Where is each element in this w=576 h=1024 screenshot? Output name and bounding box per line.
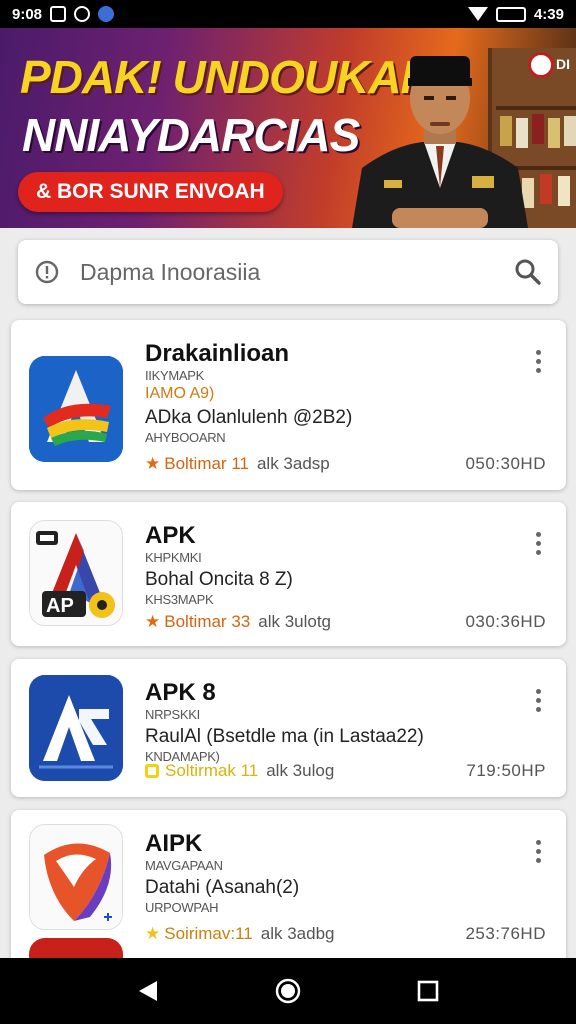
app-meta: ★ Boltimar 11 alk 3adsp 050:30HD — [145, 454, 546, 474]
info-circle-icon — [35, 260, 59, 284]
book — [548, 118, 560, 148]
banner-cta-button[interactable]: & BOR SUNR ENVOAH — [18, 172, 283, 212]
status-right: 4:39 — [467, 5, 564, 23]
app-info: APK 8 NRPSKKI RaulAl (Bsetdle ma (in Las… — [145, 679, 526, 765]
app-size: 030:36HD — [465, 612, 546, 631]
app-description: RaulAl (Bsetdle ma (in Lastaa22) — [145, 726, 424, 747]
app-subtitle: MAVGAPAAN — [145, 858, 223, 873]
app-meta: Soltirmak 11 alk 3ulog 719:50HP — [145, 761, 546, 781]
star-icon: ★ — [145, 924, 161, 943]
app-subtitle: IIKYMAPK — [145, 368, 205, 383]
app-version: IAMO A9) — [145, 385, 215, 402]
app-subtitle: NRPSKKI — [145, 707, 200, 722]
app-icon[interactable] — [29, 675, 123, 781]
app-subtitle-secondary: AHYBOOARN — [145, 430, 226, 445]
app-size: 253:76HD — [465, 924, 546, 943]
wifi-icon — [467, 7, 488, 21]
status-time-right: 4:39 — [533, 5, 564, 23]
app-icon[interactable] — [29, 824, 123, 930]
app-meta: ★ Boltimar 33 alk 3ulotg 030:36HD — [145, 612, 546, 632]
app-card[interactable]: AIPK MAVGAPAAN Datahi (Asanah(2) URPOWPA… — [11, 810, 566, 978]
app-card[interactable]: AP APK KHPKMKI Bohal Oncita 8 Z) KHS3MAP… — [11, 502, 566, 646]
app-subtitle-secondary: KHS3MAPK — [145, 592, 214, 607]
app-subtitle: KHPKMKI — [145, 550, 202, 565]
app-logo-swirl-icon — [30, 825, 122, 929]
app-icon[interactable] — [29, 356, 123, 462]
search-bar[interactable]: Dapma Inoorasiia — [18, 240, 558, 304]
book — [532, 114, 544, 144]
app-info: Drakainlioan IIKYMAPK IAMO A9) ADka Olan… — [145, 340, 526, 446]
more-options-icon[interactable] — [536, 689, 542, 716]
status-bar: 9:08 4:39 — [0, 0, 576, 28]
system-nav-bar — [0, 958, 576, 1024]
star-icon: ★ — [145, 454, 161, 473]
app-meta: ★ Soirimav:11 alk 3adbg 253:76HD — [145, 924, 546, 944]
banner-title-line2: NNIAYDARCIAS — [22, 109, 360, 161]
book — [540, 174, 552, 204]
app-subtitle-secondary: URPOWPAH — [145, 900, 219, 915]
emblem-icon — [528, 52, 554, 78]
app-name: APK 8 — [145, 679, 216, 706]
badge-icon — [145, 764, 159, 778]
app-info: APK KHPKMKI Bohal Oncita 8 Z) KHS3MAPK — [145, 522, 526, 608]
app-name: AIPK — [145, 830, 203, 857]
app-download-count: alk 3ulog — [266, 761, 335, 780]
home-icon[interactable] — [274, 977, 302, 1005]
app-size: 050:30HD — [465, 454, 546, 473]
search-input[interactable]: Dapma Inoorasiia — [80, 259, 514, 286]
app-size: 719:50HP — [466, 761, 546, 780]
more-options-icon[interactable] — [536, 532, 542, 559]
notification-globe-icon — [98, 6, 115, 22]
notification-image-icon — [50, 6, 67, 22]
app-logo-a-icon — [29, 356, 123, 462]
app-card[interactable]: Drakainlioan IIKYMAPK IAMO A9) ADka Olan… — [11, 320, 566, 490]
star-icon: ★ — [145, 612, 161, 631]
back-icon[interactable] — [137, 979, 159, 1003]
app-rating: Soltirmak 11 — [165, 761, 259, 780]
svg-text:AP: AP — [46, 595, 74, 617]
app-name: APK — [145, 522, 196, 549]
search-icon[interactable] — [514, 258, 542, 286]
app-logo-a-icon — [29, 675, 123, 781]
app-name: Drakainlioan — [145, 340, 290, 367]
app-rating: Boltimar 33 — [164, 612, 251, 631]
book — [564, 116, 576, 146]
app-description: Bohal Oncita 8 Z) — [145, 569, 293, 590]
app-download-count: alk 3adsp — [256, 454, 330, 473]
recents-icon[interactable] — [417, 980, 439, 1002]
shelf-label: DI — [556, 56, 570, 72]
notification-chat-icon — [74, 6, 91, 22]
app-info: AIPK MAVGAPAAN Datahi (Asanah(2) URPOWPA… — [145, 830, 526, 916]
promo-banner[interactable]: PDAK! UNDOUKAIN NNIAYDARCIAS & BOR SUNR … — [0, 28, 576, 228]
official-portrait — [352, 56, 528, 228]
app-card[interactable]: APK 8 NRPSKKI RaulAl (Bsetdle ma (in Las… — [11, 659, 566, 797]
battery-icon — [495, 6, 526, 22]
app-rating: Boltimar 11 — [164, 454, 249, 473]
more-options-icon[interactable] — [536, 840, 542, 867]
app-description: Datahi (Asanah(2) — [145, 877, 300, 898]
app-icon[interactable]: AP — [29, 520, 123, 626]
status-left: 9:08 — [12, 5, 115, 23]
more-options-icon[interactable] — [536, 350, 542, 377]
book — [558, 176, 570, 206]
app-download-count: alk 3ulotg — [258, 612, 332, 631]
app-rating: Soirimav:11 — [164, 924, 253, 943]
app-description: ADka Olanlulenh @2B2) — [145, 407, 353, 428]
app-logo-apk-icon: AP — [30, 521, 122, 625]
app-download-count: alk 3adbg — [260, 924, 335, 943]
status-time-left: 9:08 — [12, 5, 43, 23]
